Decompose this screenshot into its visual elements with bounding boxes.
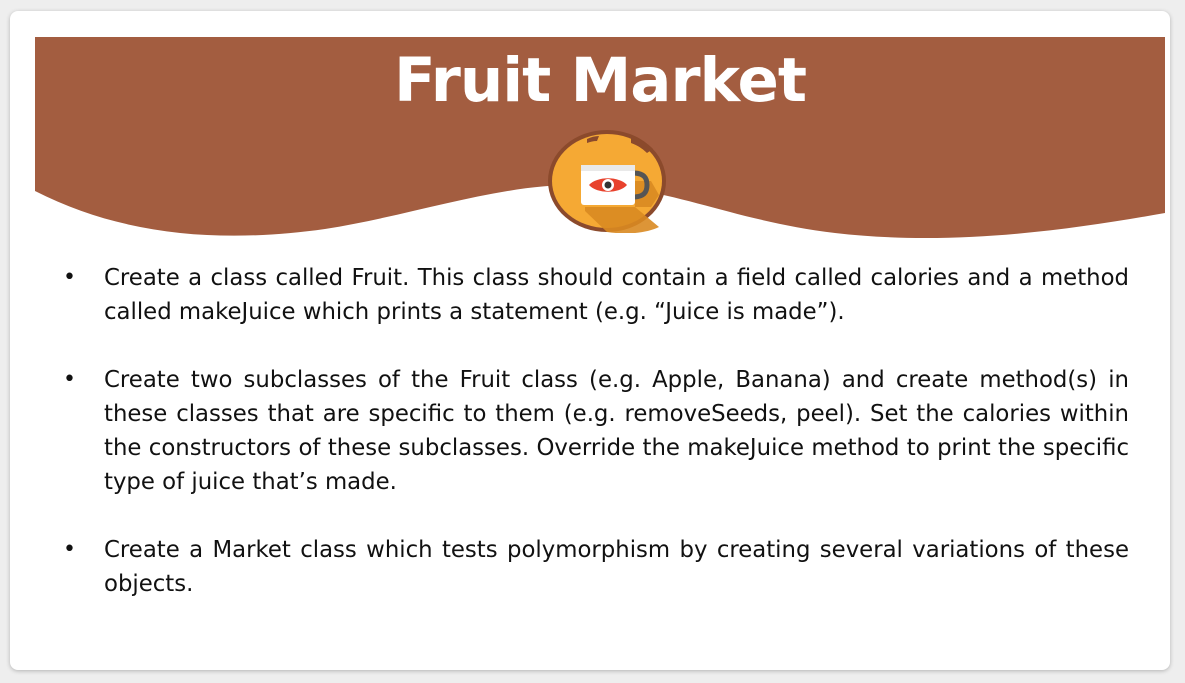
bullet-text: Create a Market class which tests polymo… bbox=[104, 537, 1129, 597]
slide-frame: Fruit Market • Create a class called Fru… bbox=[10, 11, 1170, 670]
bullet-marker: • bbox=[63, 265, 76, 290]
bullet-list: • Create a class called Fruit. This clas… bbox=[59, 261, 1129, 635]
slide: Fruit Market • Create a class called Fru… bbox=[35, 37, 1165, 667]
bullet-text: Create two subclasses of the Fruit class… bbox=[104, 367, 1129, 495]
bullet-item: • Create a Market class which tests poly… bbox=[59, 533, 1129, 601]
coffee-mug-eye-icon bbox=[548, 130, 666, 233]
bullet-item: • Create a class called Fruit. This clas… bbox=[59, 261, 1129, 329]
page-title: Fruit Market bbox=[394, 45, 807, 116]
bullet-text: Create a class called Fruit. This class … bbox=[104, 265, 1129, 325]
bullet-item: • Create two subclasses of the Fruit cla… bbox=[59, 363, 1129, 499]
bullet-marker: • bbox=[63, 367, 76, 392]
bullet-marker: • bbox=[63, 537, 76, 562]
